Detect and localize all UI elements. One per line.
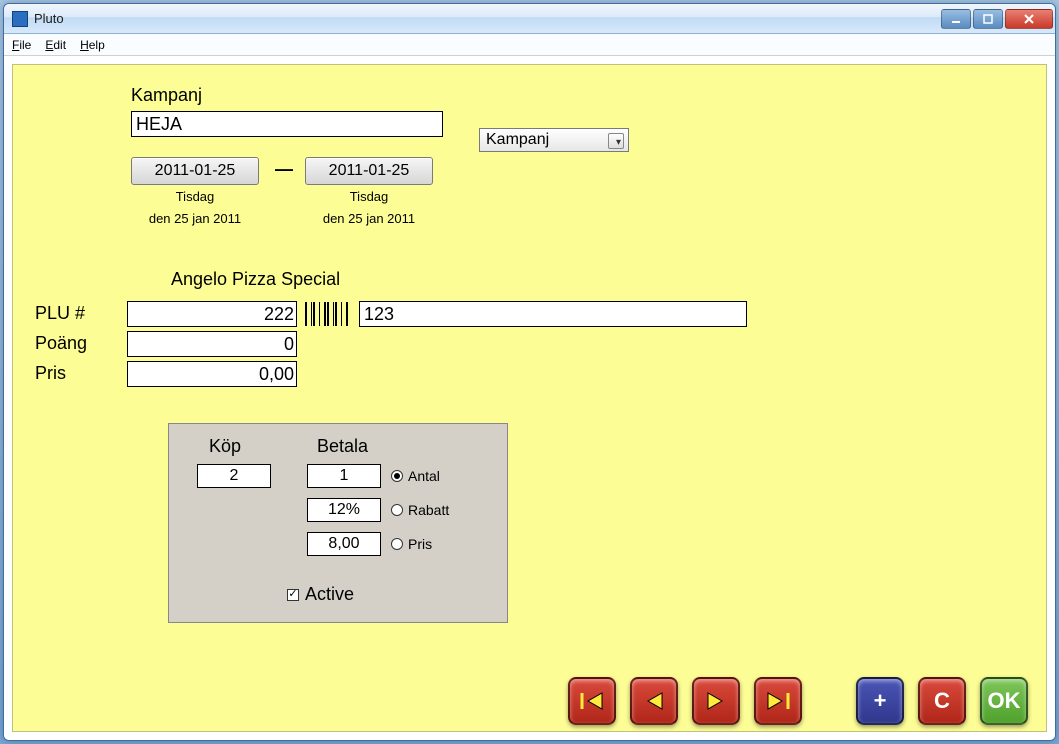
discount-input[interactable]	[307, 498, 381, 522]
price-label: Pris	[35, 363, 66, 384]
radio-pris[interactable]: Pris	[391, 536, 432, 552]
radio-dot-icon	[391, 470, 403, 482]
longdate-to-label: den 25 jan 2011	[305, 211, 433, 226]
arrow-left-icon	[640, 691, 668, 711]
nav-first-button[interactable]	[568, 677, 616, 725]
pay-price-input[interactable]	[307, 532, 381, 556]
pay-header: Betala	[317, 436, 368, 457]
nav-last-button[interactable]	[754, 677, 802, 725]
menu-file[interactable]: File	[12, 38, 31, 52]
plu-label: PLU #	[35, 303, 85, 324]
radio-antal-label: Antal	[408, 468, 440, 484]
price-input[interactable]	[127, 361, 297, 387]
barcode-value-input[interactable]	[359, 301, 747, 327]
buy-pay-panel: Köp Betala Antal Rabatt Pris	[168, 423, 508, 623]
points-input[interactable]	[127, 331, 297, 357]
menu-help[interactable]: Help	[80, 38, 105, 52]
main-panel: Kampanj Kampanj ▾ 2011-01-25 — 2011-01-2…	[12, 64, 1047, 732]
bottom-bar: + C OK	[13, 677, 1046, 725]
radio-dot-icon	[391, 504, 403, 516]
clear-button[interactable]: C	[918, 677, 966, 725]
campaign-type-value: Kampanj	[486, 131, 549, 149]
date-from-button[interactable]: 2011-01-25	[131, 157, 259, 185]
campaign-name-input[interactable]	[131, 111, 443, 137]
maximize-icon	[983, 14, 993, 24]
clear-label: C	[934, 688, 950, 714]
barcode-icon	[305, 302, 348, 326]
ok-label: OK	[988, 688, 1021, 714]
close-icon	[1023, 13, 1035, 25]
arrow-right-icon	[702, 691, 730, 711]
day-to-label: Tisdag	[305, 189, 433, 204]
radio-rabatt[interactable]: Rabatt	[391, 502, 449, 518]
date-to-button[interactable]: 2011-01-25	[305, 157, 433, 185]
day-from-label: Tisdag	[131, 189, 259, 204]
buy-qty-input[interactable]	[197, 464, 271, 488]
points-label: Poäng	[35, 333, 87, 354]
menu-edit[interactable]: Edit	[45, 38, 66, 52]
campaign-label: Kampanj	[131, 85, 202, 106]
client-area: Kampanj Kampanj ▾ 2011-01-25 — 2011-01-2…	[4, 56, 1055, 740]
arrow-first-icon	[578, 691, 606, 711]
minimize-button[interactable]	[941, 9, 971, 29]
pay-qty-input[interactable]	[307, 464, 381, 488]
app-window: Pluto File Edit Help Kampanj Kampanj ▾	[3, 3, 1056, 741]
checkbox-icon	[287, 589, 299, 601]
active-label: Active	[305, 584, 354, 605]
titlebar[interactable]: Pluto	[4, 4, 1055, 34]
close-button[interactable]	[1005, 9, 1053, 29]
maximize-button[interactable]	[973, 9, 1003, 29]
window-title: Pluto	[34, 11, 941, 26]
product-name-label: Angelo Pizza Special	[171, 269, 340, 290]
plus-icon: +	[874, 688, 887, 714]
add-button[interactable]: +	[856, 677, 904, 725]
nav-prev-button[interactable]	[630, 677, 678, 725]
longdate-from-label: den 25 jan 2011	[131, 211, 259, 226]
minimize-icon	[951, 14, 961, 24]
app-icon	[12, 11, 28, 27]
buy-header: Köp	[209, 436, 241, 457]
radio-antal[interactable]: Antal	[391, 468, 440, 484]
arrow-last-icon	[764, 691, 792, 711]
date-separator: —	[275, 159, 293, 180]
radio-dot-icon	[391, 538, 403, 550]
active-checkbox-row[interactable]: Active	[287, 584, 354, 605]
menubar: File Edit Help	[4, 34, 1055, 56]
radio-pris-label: Pris	[408, 536, 432, 552]
nav-next-button[interactable]	[692, 677, 740, 725]
campaign-type-select[interactable]: Kampanj ▾	[479, 128, 629, 152]
ok-button[interactable]: OK	[980, 677, 1028, 725]
plu-input[interactable]	[127, 301, 297, 327]
chevron-down-icon: ▾	[616, 137, 621, 148]
radio-rabatt-label: Rabatt	[408, 502, 449, 518]
